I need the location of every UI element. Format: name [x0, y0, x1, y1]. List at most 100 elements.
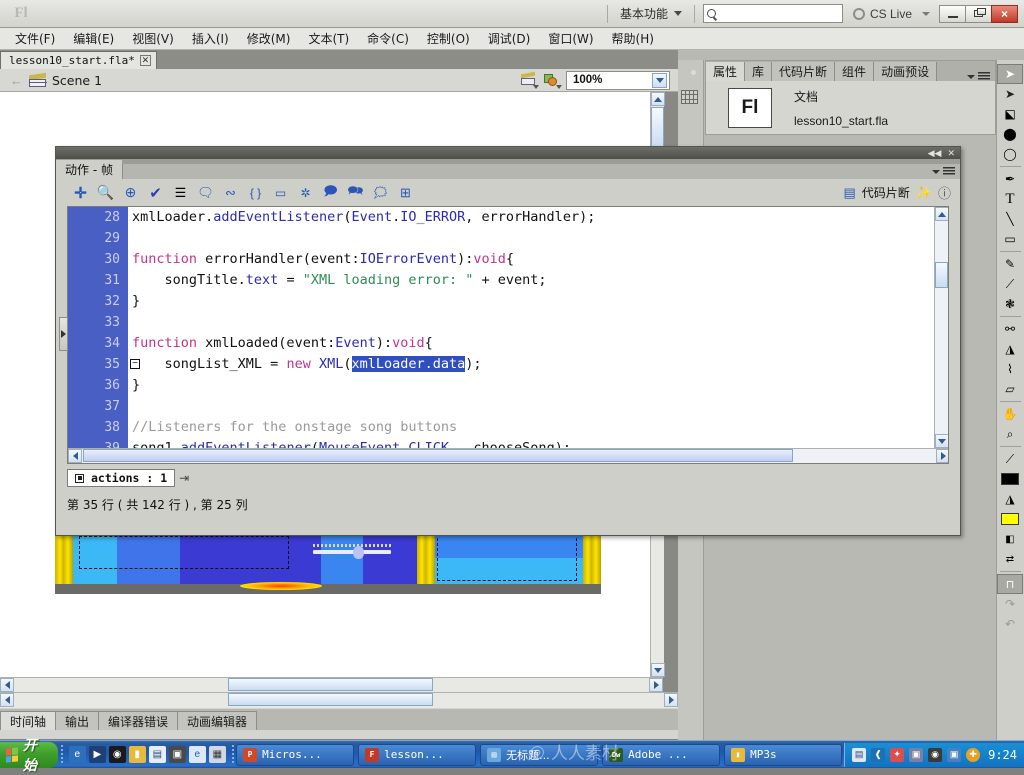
code-snippets-icon[interactable]: ▤: [843, 185, 855, 201]
code-line[interactable]: function errorHandler(event:IOErrorEvent…: [132, 249, 948, 270]
code-snippets-label[interactable]: 代码片断: [862, 184, 910, 201]
tab-timeline[interactable]: 时间轴: [0, 711, 57, 730]
timeline-scroll-right-button[interactable]: [664, 693, 678, 707]
scene-label[interactable]: Scene 1: [52, 73, 102, 88]
menu-item-debug[interactable]: 调试(D): [479, 28, 540, 49]
close-button[interactable]: ×: [991, 4, 1018, 23]
stroke-color-picker[interactable]: ⟋: [997, 449, 1023, 469]
palette-icon[interactable]: [681, 66, 701, 84]
smooth-option-button[interactable]: ↷: [997, 594, 1023, 614]
code-editor[interactable]: 2829303132333435−36373839 xmlLoader.addE…: [67, 206, 949, 464]
close-icon[interactable]: ✕: [947, 148, 955, 159]
scroll-left-button[interactable]: [0, 678, 14, 692]
menu-item-file[interactable]: 文件(F): [6, 28, 64, 49]
restore-button[interactable]: [965, 4, 992, 23]
zoom-level-select[interactable]: 100%: [566, 70, 670, 90]
code-scroll-down-button[interactable]: [935, 434, 948, 448]
tab-library[interactable]: 库: [745, 62, 773, 81]
auto-format-icon[interactable]: ☰: [168, 182, 193, 204]
tab-actions-frame[interactable]: 动作 - 帧: [56, 160, 122, 179]
tab-code-snippets[interactable]: 代码片断: [772, 62, 836, 81]
line-tool[interactable]: ╲: [997, 209, 1023, 229]
apply-block-comment-icon[interactable]: 🗩: [318, 182, 343, 204]
menu-item-commands[interactable]: 命令(C): [358, 28, 418, 49]
3d-rotation-tool[interactable]: ⬤: [997, 124, 1023, 144]
browser-icon[interactable]: ◉: [108, 746, 126, 763]
slider-track[interactable]: [313, 550, 391, 554]
edit-scene-icon[interactable]: [520, 71, 539, 89]
scroll-up-button[interactable]: [651, 92, 665, 106]
grid-icon[interactable]: [680, 90, 701, 108]
start-button[interactable]: 开始: [0, 738, 58, 774]
media-player-icon[interactable]: ▶: [88, 746, 106, 763]
pin-script-icon[interactable]: ⇥: [179, 471, 189, 485]
network-icon[interactable]: ▣: [909, 747, 924, 762]
taskbar-window-powerpoint[interactable]: P Micros...: [236, 743, 355, 766]
update-icon[interactable]: ✚: [966, 747, 981, 762]
text-tool[interactable]: T: [997, 189, 1023, 209]
code-line[interactable]: song1.addEventListener(MouseEvent.CLICK,…: [132, 438, 948, 448]
subselection-tool[interactable]: ➤: [997, 84, 1023, 104]
tasklist-grip[interactable]: [231, 744, 235, 765]
code-horizontal-scrollbar[interactable]: [68, 448, 948, 463]
tab-properties[interactable]: 属性: [706, 62, 746, 81]
code-line[interactable]: songList_XML = new XML(xmlLoader.data);: [132, 354, 948, 375]
magic-wand-icon[interactable]: ✨: [916, 185, 932, 201]
actions-panel-titlebar[interactable]: ◀◀ ✕: [56, 147, 960, 159]
actions-panel[interactable]: ◀◀ ✕ 动作 - 帧 ✛ 🔍 ⊕ ✔ ☰ 🗨 ∾ { } ▭ ✲ 🗩 🗪 🗯 …: [55, 146, 961, 536]
insert-target-path-icon[interactable]: ⊕: [118, 182, 143, 204]
find-icon[interactable]: 🔍: [93, 182, 118, 204]
volume-icon[interactable]: ◉: [928, 747, 943, 762]
code-line[interactable]: //Listeners for the onstage song buttons: [132, 417, 948, 438]
scroll-thumb-horizontal[interactable]: [228, 678, 433, 691]
tab-compiler-errors[interactable]: 编译器错误: [98, 711, 179, 730]
hamburger-icon[interactable]: [943, 167, 955, 176]
menu-item-insert[interactable]: 插入(I): [183, 28, 238, 49]
tab-motion-editor[interactable]: 动画编辑器: [177, 711, 258, 730]
swap-colors-button[interactable]: ⇄: [997, 549, 1023, 569]
code-scroll-right-button[interactable]: [936, 449, 948, 463]
taskbar-window-dreamweaver[interactable]: Dw Adobe ...: [602, 743, 721, 766]
cs-live-button[interactable]: CS Live: [852, 7, 912, 21]
lasso-tool[interactable]: ◯: [997, 144, 1023, 164]
menu-item-window[interactable]: 窗口(W): [539, 28, 602, 49]
fill-color-picker[interactable]: ◮: [997, 489, 1023, 509]
timeline-scroll-thumb[interactable]: [228, 693, 433, 706]
keyboard-layout-icon[interactable]: ▤: [852, 747, 867, 762]
tab-components[interactable]: 组件: [835, 62, 875, 81]
code-line[interactable]: }: [132, 291, 948, 312]
pen-tool[interactable]: ✒: [997, 169, 1023, 189]
code-line[interactable]: songTitle.text = "XML loading error: " +…: [132, 270, 948, 291]
timeline-horizontal-scrollbar[interactable]: [0, 692, 678, 708]
scroll-down-button[interactable]: [651, 663, 665, 677]
panel-menu-button[interactable]: [967, 72, 995, 81]
taskbar-window-untitled[interactable]: ▤ 无标题...: [480, 743, 599, 766]
menu-item-text[interactable]: 文本(T): [299, 28, 358, 49]
edit-symbols-icon[interactable]: [543, 72, 562, 89]
scroll-right-button[interactable]: [649, 678, 663, 692]
notepad-icon[interactable]: ▤: [148, 746, 166, 763]
actions-panel-collapse-handle[interactable]: [59, 317, 68, 351]
fill-color-swatch[interactable]: [997, 509, 1023, 529]
code-text[interactable]: xmlLoader.addEventListener(Event.IO_ERRO…: [132, 207, 948, 448]
check-syntax-icon[interactable]: ✔: [143, 182, 168, 204]
document-tab-lesson10[interactable]: lesson10_start.fla* ✕: [0, 51, 157, 69]
collapse-selection-icon[interactable]: ▭: [268, 182, 293, 204]
code-scroll-up-button[interactable]: [935, 207, 948, 221]
tab-motion-presets[interactable]: 动画预设: [874, 62, 938, 81]
menu-item-modify[interactable]: 修改(M): [238, 28, 300, 49]
ie-quicklaunch-icon[interactable]: e: [68, 746, 86, 763]
eraser-tool[interactable]: ▱: [997, 379, 1023, 399]
taskbar-window-mp3s[interactable]: ▮ MP3s: [724, 743, 843, 766]
paint-bucket-tool[interactable]: ◮: [997, 339, 1023, 359]
artwork-left-panel[interactable]: [73, 532, 431, 584]
hand-tool[interactable]: ✋: [997, 404, 1023, 424]
code-line[interactable]: }: [132, 375, 948, 396]
eyedropper-tool[interactable]: ⌇: [997, 359, 1023, 379]
colorful-icon[interactable]: ✦: [890, 747, 905, 762]
brush-tool[interactable]: ⟋: [997, 274, 1023, 294]
minimize-button[interactable]: [939, 4, 966, 23]
menu-item-view[interactable]: 视图(V): [123, 28, 183, 49]
code-scroll-left-button[interactable]: [68, 449, 82, 463]
code-line[interactable]: [132, 312, 948, 333]
